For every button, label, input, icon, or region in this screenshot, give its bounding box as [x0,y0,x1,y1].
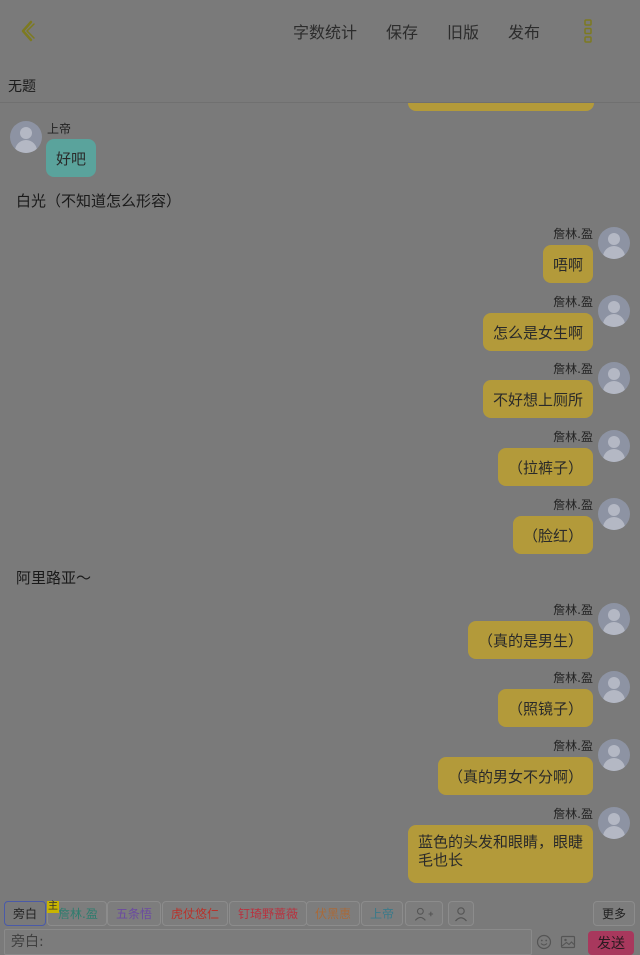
back-button[interactable] [14,16,42,46]
chip-character-shangdi[interactable]: 上帝 [361,901,404,926]
message-input[interactable] [4,929,532,955]
send-button[interactable]: 发送 [588,931,634,955]
message-bubble[interactable]: 怎么是女生啊 [482,313,593,351]
speaker-name: 詹林.盈 [553,227,593,241]
add-user-icon [414,907,434,921]
chip-character-dingqiyeqiangwei[interactable]: 钉琦野蔷薇 [229,901,308,926]
top-actions: 字数统计 保存 旧版 发布 [293,0,540,62]
message-bubble[interactable]: 唔啊 [542,245,593,283]
user-icon [455,906,467,921]
avatar[interactable] [598,295,630,327]
publish-button[interactable]: 发布 [508,19,540,43]
narration-text[interactable]: 阿里路亚～ [16,567,91,588]
message-list[interactable]: 上帝 好吧 白光（不知道怎么形容） 詹林.盈 唔啊 詹林.盈 怎么是女生啊 詹林… [0,103,640,893]
speaker-name: 詹林.盈 [553,295,593,309]
message-bubble[interactable]: （脸红） [512,516,593,554]
avatar[interactable] [598,430,630,462]
speaker-name: 詹林.盈 [553,807,593,821]
document-title[interactable]: 无题 [8,76,36,96]
chip-character-zhanlinying[interactable]: 主 詹林.盈 [47,901,107,926]
speaker-name: 詹林.盈 [553,498,593,512]
chip-narration[interactable]: 旁白 [4,901,47,926]
message-bubble[interactable]: 不好想上厕所 [482,380,593,418]
chip-character-fuheihui[interactable]: 伏黑惠 [306,901,361,926]
word-count-button[interactable]: 字数统计 [293,19,357,43]
character-manage-button[interactable] [448,901,474,926]
image-icon [560,935,576,949]
avatar[interactable] [598,739,630,771]
old-version-button[interactable]: 旧版 [447,19,479,43]
narration-text[interactable]: 白光（不知道怎么形容） [16,190,181,211]
message-bubble[interactable]: （照镜子） [497,689,593,727]
bottom-bar: 旁白 主 詹林.盈 五条悟 虎仗悠仁 钉琦野蔷薇 伏黑惠 上帝 更多 旁白: 发… [0,893,640,955]
avatar[interactable] [10,121,42,153]
avatar[interactable] [598,362,630,394]
more-menu-button[interactable] [577,16,599,46]
speaker-name: 上帝 [47,122,72,136]
vertical-dots-icon [584,19,592,43]
host-badge: 主 [47,901,59,913]
chip-label: 詹林.盈 [58,907,98,921]
speaker-name: 詹林.盈 [553,362,593,376]
message-bubble[interactable]: 好吧 [46,139,97,177]
save-button[interactable]: 保存 [386,19,418,43]
speaker-name: 詹林.盈 [553,739,593,753]
partial-message-bubble [408,103,594,111]
avatar[interactable] [598,603,630,635]
top-bar: 字数统计 保存 旧版 发布 [0,0,640,62]
speaker-name: 詹林.盈 [553,430,593,444]
chip-character-huzhangyouren[interactable]: 虎仗悠仁 [162,901,229,926]
emoji-icon [536,934,552,950]
avatar[interactable] [598,227,630,259]
avatar[interactable] [598,498,630,530]
add-character-button[interactable] [405,901,443,926]
message-bubble[interactable]: （真的是男生） [467,621,593,659]
message-bubble[interactable]: （拉裤子） [497,448,593,486]
speaker-name: 詹林.盈 [553,603,593,617]
chip-character-wutiaowu[interactable]: 五条悟 [107,901,162,926]
more-button[interactable]: 更多 [593,901,636,926]
avatar[interactable] [598,671,630,703]
avatar[interactable] [598,807,630,839]
chevron-left-icon [21,20,35,42]
message-bubble[interactable]: 蓝色的头发和眼睛，眼睫毛也长 [408,825,593,883]
image-button[interactable] [559,933,577,951]
message-bubble[interactable]: （真的男女不分啊） [437,757,593,795]
emoji-button[interactable] [535,933,553,951]
input-row: 发送 [0,929,640,955]
speaker-name: 詹林.盈 [553,671,593,685]
